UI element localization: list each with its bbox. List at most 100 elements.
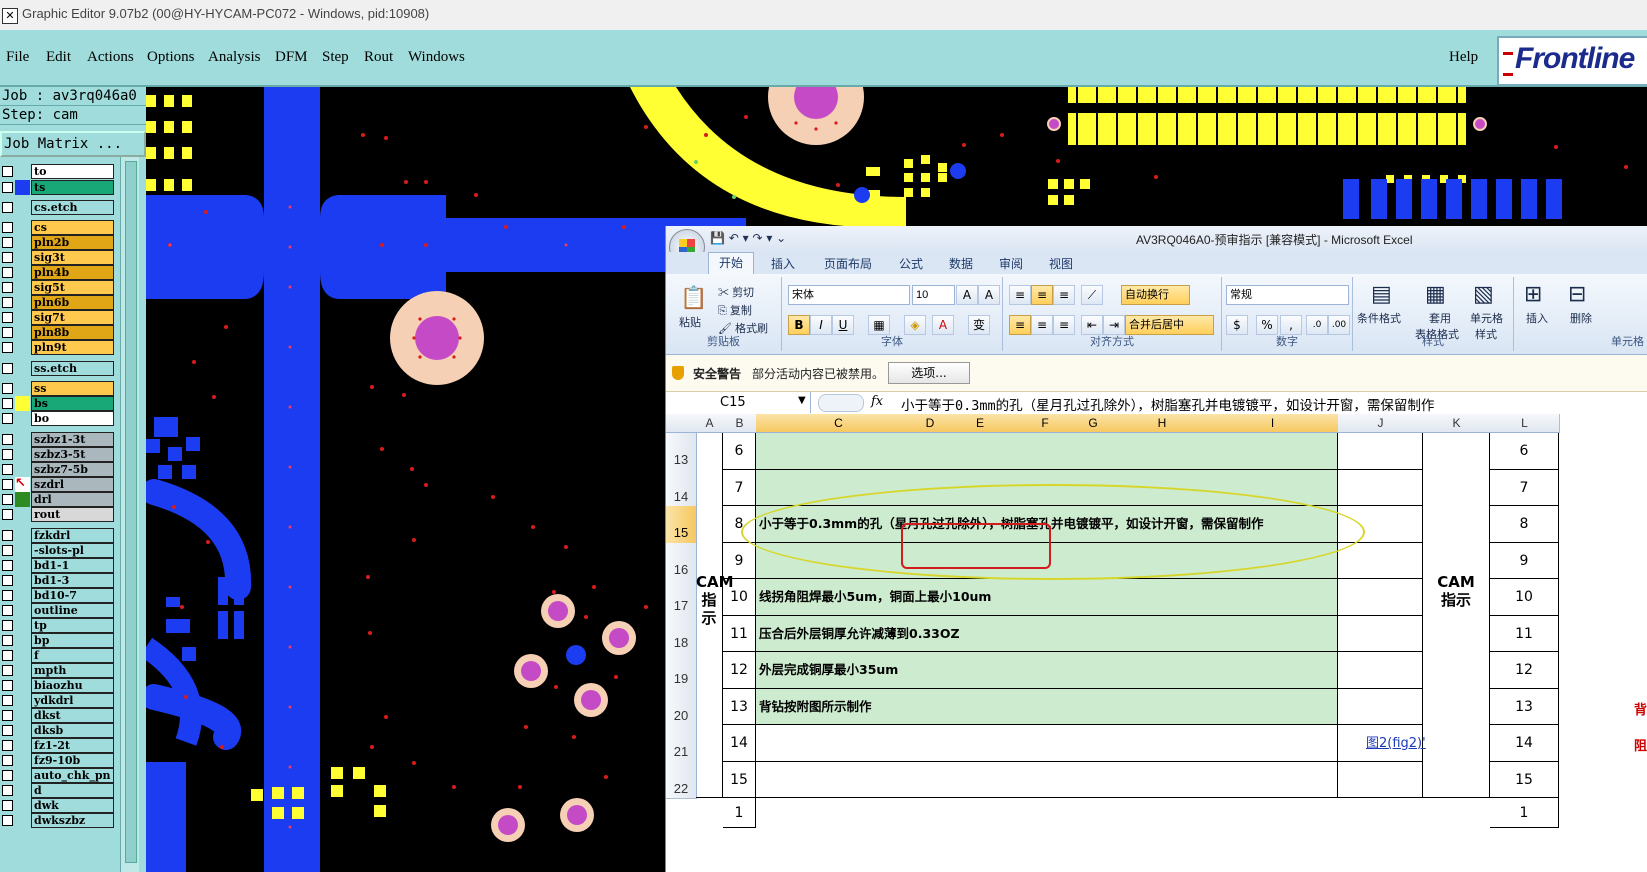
currency-button[interactable]: $ xyxy=(1226,315,1248,335)
scroll-thumb[interactable] xyxy=(125,161,137,863)
formula-zoom-control[interactable] xyxy=(818,394,864,412)
layer-name[interactable]: dwkszbz xyxy=(31,813,114,828)
layer-color-swatch[interactable] xyxy=(15,325,30,340)
layer-color-swatch[interactable] xyxy=(15,588,30,603)
layer-checkbox[interactable] xyxy=(2,252,13,263)
layer-color-swatch[interactable] xyxy=(15,528,30,543)
column-header[interactable]: A xyxy=(696,414,724,433)
item-number-cell-l[interactable]: 6 xyxy=(1490,433,1559,470)
layer-checkbox[interactable] xyxy=(2,282,13,293)
layer-color-swatch[interactable] xyxy=(15,753,30,768)
tab-home[interactable]: 开始 xyxy=(708,252,755,275)
tab-page-layout[interactable]: 页面布局 xyxy=(824,255,872,272)
layer-row[interactable]: -slots-pl xyxy=(0,543,116,558)
orientation-button[interactable]: ⟋ xyxy=(1081,285,1103,305)
layer-checkbox[interactable] xyxy=(2,755,13,766)
layer-checkbox[interactable] xyxy=(2,725,13,736)
italic-button[interactable]: I xyxy=(810,315,832,335)
comma-button[interactable]: , xyxy=(1280,315,1302,335)
layer-color-swatch[interactable] xyxy=(15,310,30,325)
row-header[interactable]: 19 xyxy=(666,652,697,690)
tab-data[interactable]: 数据 xyxy=(949,255,973,272)
layer-color-swatch[interactable] xyxy=(15,396,30,411)
row-header[interactable]: 13 xyxy=(666,433,697,471)
layer-row[interactable]: bd1-3 xyxy=(0,573,116,588)
quick-access-toolbar[interactable]: 💾 ↶ ▾ ↷ ▾ ⌄ xyxy=(710,231,786,245)
column-header[interactable]: B xyxy=(723,414,757,433)
layer-checkbox[interactable] xyxy=(2,635,13,646)
layer-color-swatch[interactable] xyxy=(15,381,30,396)
layer-checkbox[interactable] xyxy=(2,590,13,601)
instruction-cell[interactable]: 背钻按附图所示制作 xyxy=(756,688,1338,725)
layer-scrollbar[interactable] xyxy=(120,157,139,872)
layer-name[interactable]: pln4b xyxy=(31,265,114,280)
layer-checkbox[interactable] xyxy=(2,815,13,826)
row-header[interactable]: 17 xyxy=(666,579,697,617)
item-number-cell[interactable]: 15 xyxy=(723,761,756,798)
menu-edit[interactable]: Edit xyxy=(46,49,71,66)
shrink-font-button[interactable]: A xyxy=(978,285,1000,305)
layer-color-swatch[interactable] xyxy=(15,603,30,618)
layer-row[interactable]: auto_chk_pn xyxy=(0,768,116,783)
layer-color-swatch[interactable] xyxy=(15,573,30,588)
layer-checkbox[interactable] xyxy=(2,267,13,278)
table-format-icon[interactable]: ▦ xyxy=(1425,281,1446,307)
layer-name[interactable]: ss.etch xyxy=(31,361,114,376)
layer-row[interactable]: cs.etch xyxy=(0,200,116,215)
layer-checkbox[interactable] xyxy=(2,560,13,571)
grow-font-button[interactable]: A xyxy=(956,285,978,305)
layer-row[interactable]: fzkdrl xyxy=(0,528,116,543)
layer-name[interactable]: bp xyxy=(31,633,114,648)
layer-checkbox[interactable] xyxy=(2,665,13,676)
paste-button[interactable]: 粘贴 xyxy=(679,314,701,330)
layer-color-swatch[interactable] xyxy=(15,295,30,310)
instruction-cell[interactable]: 外层完成铜厚最小35um xyxy=(756,652,1338,689)
phonetic-button[interactable]: 变 xyxy=(968,315,990,335)
layer-row[interactable]: bd1-1 xyxy=(0,558,116,573)
layer-row[interactable]: sig3t xyxy=(0,250,116,265)
item-number-cell-l[interactable]: 14 xyxy=(1490,725,1559,762)
cell-style-line1[interactable]: 单元格 xyxy=(1470,310,1503,326)
align-middle-button[interactable]: ≡ xyxy=(1031,285,1053,305)
decrease-indent-button[interactable]: ⇤ xyxy=(1081,315,1103,335)
layer-color-swatch[interactable] xyxy=(15,633,30,648)
layer-row[interactable]: dkst xyxy=(0,708,116,723)
column-j-cell[interactable] xyxy=(1338,761,1423,798)
layer-checkbox[interactable] xyxy=(2,434,13,445)
tab-formulas[interactable]: 公式 xyxy=(899,255,923,272)
layer-name[interactable]: ts xyxy=(31,180,114,195)
layer-color-swatch[interactable] xyxy=(15,200,30,215)
layer-row[interactable]: bs xyxy=(0,396,116,411)
column-header[interactable]: J xyxy=(1338,414,1424,433)
font-size-select[interactable]: 10 xyxy=(912,285,955,305)
name-box[interactable]: C15 xyxy=(666,392,811,413)
layer-row[interactable]: drl xyxy=(0,492,116,507)
layer-checkbox[interactable] xyxy=(2,494,13,505)
layer-name[interactable]: ydkdrl xyxy=(31,693,114,708)
item-number-cell-l[interactable]: 9 xyxy=(1490,542,1559,579)
column-header[interactable]: D xyxy=(921,414,940,433)
menu-windows[interactable]: Windows xyxy=(408,49,465,66)
item-number-cell-l[interactable]: 12 xyxy=(1490,652,1559,689)
percent-button[interactable]: % xyxy=(1256,315,1278,335)
layer-color-swatch[interactable] xyxy=(15,543,30,558)
increase-decimal-button[interactable]: .0 xyxy=(1306,315,1328,335)
layer-checkbox[interactable] xyxy=(2,413,13,424)
layer-name[interactable]: bo xyxy=(31,411,114,426)
layer-name[interactable]: f xyxy=(31,648,114,663)
layer-name[interactable]: dksb xyxy=(31,723,114,738)
layer-name[interactable]: szbz1-3t xyxy=(31,432,114,447)
row-header[interactable]: 16 xyxy=(666,542,697,580)
paste-icon[interactable]: 📋 xyxy=(680,285,707,311)
item-number-cell-l[interactable]: 10 xyxy=(1490,579,1559,616)
layer-row[interactable]: dksb xyxy=(0,723,116,738)
layer-row[interactable]: szdrl ↖ xyxy=(0,476,116,492)
layer-row[interactable]: to xyxy=(0,164,116,179)
layer-checkbox[interactable] xyxy=(2,620,13,631)
layer-name[interactable]: rout xyxy=(31,507,114,522)
cell-style-icon[interactable]: ▧ xyxy=(1473,281,1494,307)
layer-row[interactable]: dwk xyxy=(0,798,116,813)
layer-row[interactable]: pln2b xyxy=(0,235,116,250)
layer-row[interactable]: rout xyxy=(0,507,116,522)
layer-row[interactable]: szbz7-5b xyxy=(0,462,116,477)
